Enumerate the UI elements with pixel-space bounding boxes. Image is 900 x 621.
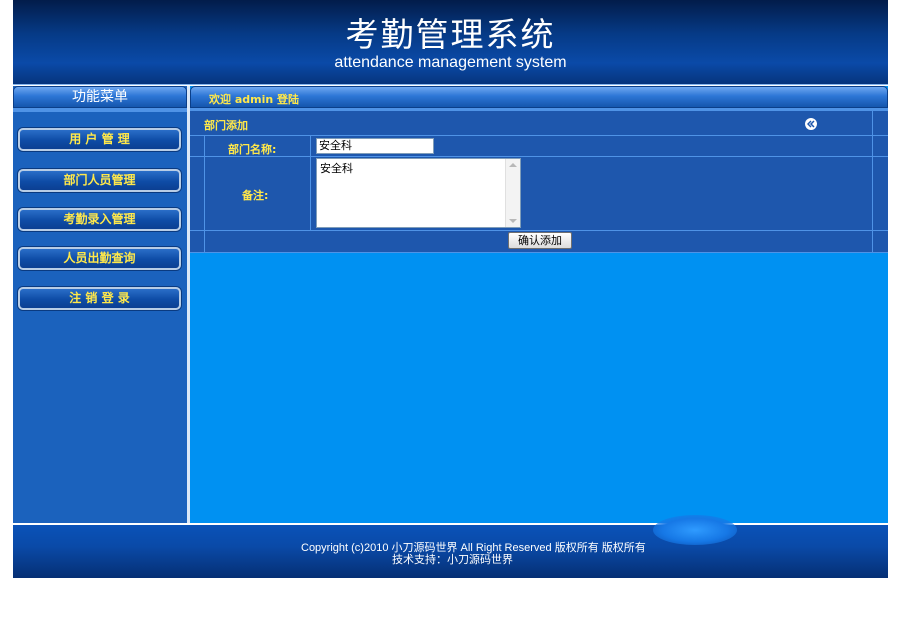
system-title: 考勤管理系统 [345,15,556,54]
page-header: 考勤管理系统 attendance management system [13,0,888,85]
grid-line [204,135,205,253]
main-content: 欢迎 admin 登陆 部门添加 部门名称: 备注: 安全科 安全科 确认添加 [190,86,888,523]
remark-text: 安全科 [320,162,353,175]
form-title: 部门添加 [204,119,248,132]
sidebar-item-attendance-entry[interactable]: 考勤录入管理 [18,208,181,231]
grid-line [190,252,888,253]
remark-textarea[interactable]: 安全科 [316,158,521,228]
welcome-text: 欢迎 admin 登陆 [209,93,300,106]
remark-scrollbar[interactable] [505,159,520,227]
app-window: 考勤管理系统 attendance management system 功能菜单… [13,0,888,578]
double-chevron-left-icon[interactable] [805,118,817,130]
department-name-input[interactable]: 安全科 [316,138,434,154]
sidebar: 功能菜单 用 户 管 理 部门人员管理 考勤录入管理 人员出勤查询 注 销 登 … [13,86,187,523]
grid-line [190,135,888,136]
double-chevron-left-glyph [807,120,815,128]
system-subtitle: attendance management system [334,54,567,71]
grid-line [190,230,888,231]
grid-line [872,111,873,253]
scroll-up-icon[interactable] [509,163,517,167]
sidebar-item-attendance-query[interactable]: 人员出勤查询 [18,247,181,270]
decorative-glow [653,515,737,545]
support-text: 技术支持：小刀源码世界 [392,554,513,566]
sidebar-item-logout[interactable]: 注 销 登 录 [18,287,181,310]
grid-line [190,156,888,157]
menu-heading-underline [13,108,187,112]
welcome-bar: 欢迎 admin 登陆 [190,86,888,108]
menu-heading: 功能菜单 [13,86,187,108]
sidebar-item-user-management[interactable]: 用 户 管 理 [18,128,181,151]
scroll-down-icon[interactable] [509,219,517,223]
grid-line [310,135,311,231]
page-footer: Copyright (c)2010 小刀源码世界 All Right Reser… [13,525,888,578]
confirm-add-button[interactable]: 确认添加 [508,232,572,249]
sidebar-item-department-staff[interactable]: 部门人员管理 [18,169,181,192]
remark-label: 备注: [242,189,269,202]
department-name-label: 部门名称: [228,143,277,156]
